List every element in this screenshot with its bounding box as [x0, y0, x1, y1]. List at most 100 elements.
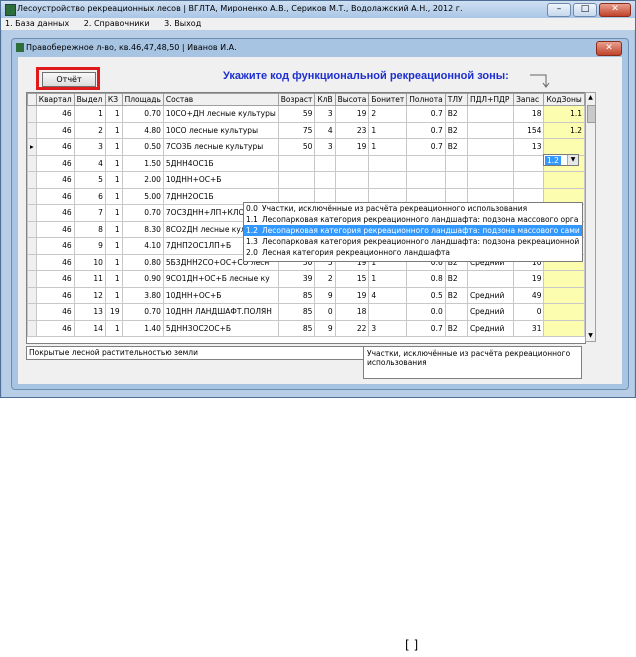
zone-code-cell[interactable]: 1.2 — [543, 121, 585, 139]
zone-code-cell[interactable] — [543, 138, 585, 156]
category-description-left: Покрытые лесной растительностью земли — [26, 346, 364, 360]
table-row[interactable]: ▸ 46 3 1 0.50 7СО3Б лесные культуры 50 3 19 1 0.7 В… — [27, 138, 585, 156]
table-cell: 9 — [314, 286, 336, 304]
row-selector — [27, 237, 37, 255]
table-cell: 1.50 — [121, 154, 164, 172]
table-cell: 46 — [35, 253, 75, 271]
zone-code-cell[interactable] — [543, 286, 585, 304]
table-cell — [334, 171, 370, 189]
column-header[interactable]: Квартал — [35, 93, 75, 106]
minimize-button[interactable]: – — [547, 3, 571, 17]
option-code: 0.0 — [246, 204, 258, 213]
column-header[interactable]: Возраст — [277, 93, 316, 106]
table-cell: 9 — [314, 319, 336, 337]
table-row[interactable]: 46 1 1 0.70 10СО+ДН лесные культуры 59 3 19 2 0.7… — [27, 105, 585, 123]
table-row[interactable]: 46 2 1 4.80 10СО лесные культуры 75 4 23 1 0.7 В2 1… — [27, 121, 585, 139]
column-header[interactable]: Запас — [513, 93, 545, 106]
table-cell: 46 — [35, 204, 75, 222]
table-cell: 4.10 — [121, 237, 164, 255]
table-cell: 39 — [277, 270, 316, 288]
column-header[interactable]: Полнота — [406, 93, 446, 106]
table-cell: 1 — [368, 270, 408, 288]
scroll-down-icon[interactable]: ▼ — [586, 331, 595, 341]
column-header[interactable]: Высота — [334, 93, 370, 106]
dropdown-option[interactable]: 0.0 Участки, исключённые из расчёта рекре… — [244, 203, 582, 214]
title-bar: Лесоустройство рекреационных лесов | ВГЛ… — [1, 1, 635, 18]
table-cell — [277, 171, 316, 189]
row-selector — [27, 253, 37, 271]
grid-scrollbar[interactable]: ▲ ▼ — [585, 92, 596, 342]
arrow-down-icon — [530, 74, 550, 88]
column-header[interactable] — [27, 93, 37, 106]
option-text: Участки, исключённые из расчёта рекреаци… — [262, 204, 528, 213]
table-cell — [314, 171, 336, 189]
table-cell: 19 — [104, 303, 123, 321]
table-row[interactable]: 46 14 1 1.40 5ДНН3ОС2ОС+Б 85 9 22 3 0.7 В2 Средний 3… — [27, 319, 585, 337]
zone-code-cell[interactable]: 1.1 — [543, 105, 585, 123]
scroll-thumb[interactable] — [587, 105, 596, 123]
table-cell: 46 — [35, 237, 75, 255]
zone-code-cell[interactable] — [543, 171, 585, 189]
table-cell — [368, 171, 408, 189]
column-header[interactable]: Выдел — [73, 93, 106, 106]
window-title: Лесоустройство рекреационных лесов | ВГЛ… — [17, 4, 463, 13]
table-row[interactable]: 46 4 1 1.50 5ДНН4ОС1Б — [27, 154, 585, 172]
maximize-button[interactable]: □ — [573, 3, 597, 17]
table-row[interactable]: 46 11 1 0.90 9СО1ДН+ОС+Б лесные ку 39 2 15 1 0.8 В… — [27, 270, 585, 288]
table-cell: 2 — [73, 121, 106, 139]
table-cell: В2 — [444, 121, 468, 139]
column-header[interactable]: Бонитет — [368, 93, 408, 106]
table-cell: 1 — [104, 204, 123, 222]
table-cell: 4 — [73, 154, 106, 172]
table-row[interactable]: 46 5 1 2.00 10ДНН+ОС+Б — [27, 171, 585, 189]
table-cell: 46 — [35, 187, 75, 205]
table-cell — [334, 154, 370, 172]
column-header[interactable]: КодЗоны — [543, 93, 585, 106]
chevron-down-icon[interactable]: ▼ — [567, 155, 578, 165]
column-header[interactable]: Состав — [162, 93, 279, 106]
table-cell: 10ДНН+ОС+Б — [162, 286, 279, 304]
report-button[interactable]: Отчёт — [42, 72, 96, 87]
table-cell: 2.00 — [121, 171, 164, 189]
column-header[interactable]: ТЛУ — [444, 93, 468, 106]
table-cell: В2 — [444, 286, 468, 304]
column-header[interactable]: КлВ — [314, 93, 336, 106]
row-selector — [27, 303, 37, 321]
menu-database[interactable]: 1. База данных — [5, 18, 69, 30]
dropdown-option[interactable]: 1.3 Лесопарковая категория рекреационного… — [244, 236, 582, 247]
table-cell: 10ДНН+ОС+Б — [162, 171, 279, 189]
dropdown-option[interactable]: 1.1 Лесопарковая категория рекреационного… — [244, 214, 582, 225]
zone-code-combo[interactable]: 1.2 ▼ — [543, 154, 579, 166]
table-cell: Средний — [466, 319, 515, 337]
column-header[interactable]: Площадь — [121, 93, 164, 106]
menu-references[interactable]: 2. Справочники — [84, 18, 150, 30]
zone-code-cell[interactable] — [543, 319, 585, 337]
column-header[interactable]: ПДЛ+ПДР — [466, 93, 515, 106]
table-cell: 7 — [73, 204, 106, 222]
menu-exit[interactable]: 3. Выход — [164, 18, 201, 30]
table-cell: 5ДНН3ОС2ОС+Б — [162, 319, 279, 337]
table-cell: 5ДНН4ОС1Б — [162, 154, 279, 172]
table-row[interactable]: 46 13 19 0.70 10ДНН ЛАНДШАФТ.ПОЛЯН 85 0 18 0.0 Ср… — [27, 303, 585, 321]
table-cell: 154 — [513, 121, 545, 139]
dropdown-option[interactable]: 2.0 Лесная категория рекреационного ландш… — [244, 247, 582, 258]
zone-code-cell[interactable] — [543, 270, 585, 288]
table-cell: 1 — [368, 121, 408, 139]
table-cell: В2 — [444, 319, 468, 337]
child-close-button[interactable]: ✕ — [596, 41, 622, 56]
table-cell: 18 — [334, 303, 370, 321]
close-button[interactable]: ✕ — [599, 3, 631, 17]
table-row[interactable]: 46 12 1 3.80 10ДНН+ОС+Б 85 9 19 4 0.5 В2 Средний 49 — [27, 286, 585, 304]
row-selector — [27, 220, 37, 238]
dropdown-option[interactable]: 1.2 Лесопарковая категория рекреационного… — [244, 225, 582, 236]
table-cell: 1 — [104, 171, 123, 189]
zone-code-cell[interactable] — [543, 303, 585, 321]
table-cell — [444, 303, 468, 321]
column-header[interactable]: КЗ — [104, 93, 123, 106]
scroll-up-icon[interactable]: ▲ — [586, 93, 595, 103]
table-cell: 5 — [73, 171, 106, 189]
table-cell: 6 — [73, 187, 106, 205]
table-cell: 23 — [334, 121, 370, 139]
table-cell — [368, 303, 408, 321]
table-cell: 9СО1ДН+ОС+Б лесные ку — [162, 270, 279, 288]
